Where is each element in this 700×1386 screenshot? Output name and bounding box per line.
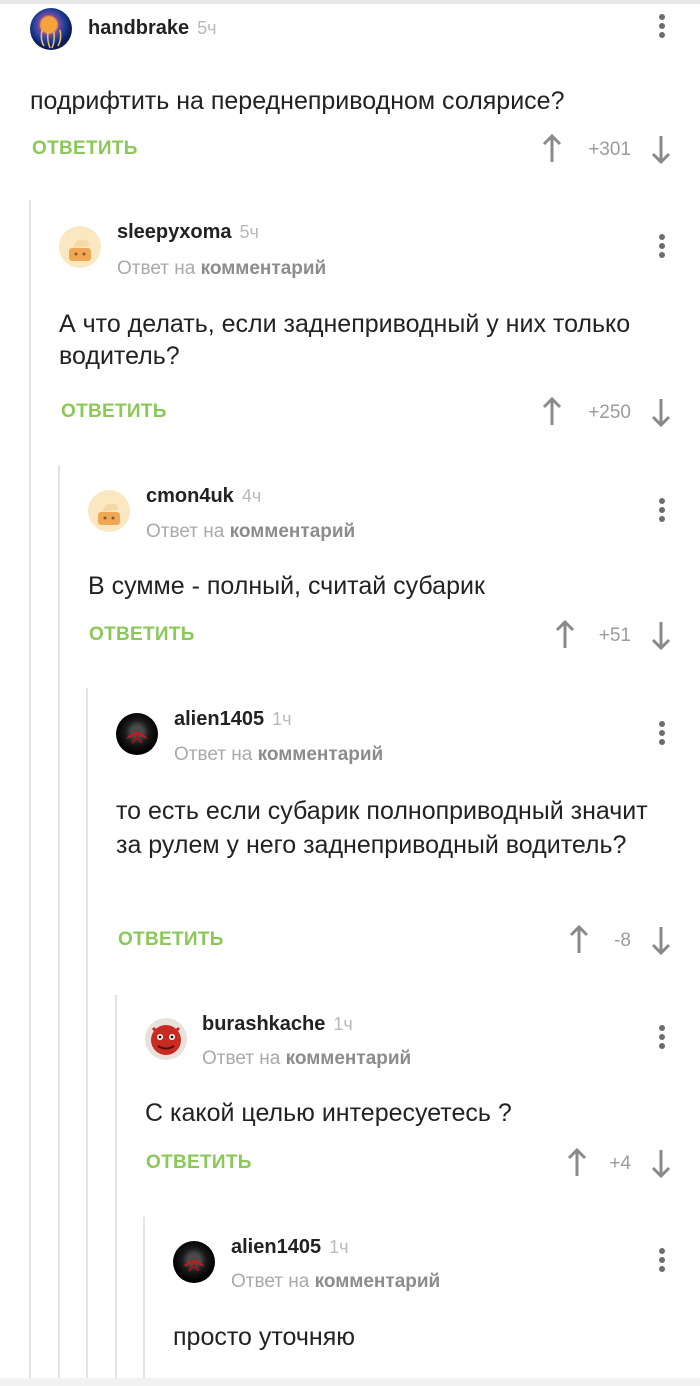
more-menu-icon[interactable] xyxy=(658,1248,666,1278)
reply-to-link[interactable]: комментарий xyxy=(201,258,327,279)
bottom-edge xyxy=(0,1378,700,1386)
timestamp: 1ч xyxy=(333,1014,353,1034)
reply-button[interactable]: ОТВЕТИТЬ xyxy=(61,401,167,423)
vote-score: +51 xyxy=(598,625,631,646)
reply-to-link[interactable]: комментарий xyxy=(315,1271,441,1292)
user-avatar[interactable] xyxy=(30,8,72,50)
reply-to-label: Ответ на комментарий xyxy=(231,1271,440,1293)
username[interactable]: burashkache 1ч xyxy=(202,1013,353,1036)
timestamp: 1ч xyxy=(272,709,292,729)
timestamp: 5ч xyxy=(239,222,259,242)
more-menu-icon[interactable] xyxy=(658,234,666,264)
thread-line xyxy=(58,465,60,1386)
downvote-arrow-icon[interactable] xyxy=(650,397,672,427)
comment-text: С какой целью интересуетесь ? xyxy=(145,1099,512,1127)
reply-to-label: Ответ на комментарий xyxy=(146,521,355,543)
reply-button[interactable]: ОТВЕТИТЬ xyxy=(118,929,224,951)
top-divider xyxy=(0,0,700,4)
thread-line xyxy=(143,1217,145,1386)
downvote-arrow-icon[interactable] xyxy=(650,620,672,650)
timestamp: 5ч xyxy=(197,18,217,38)
downvote-arrow-icon[interactable] xyxy=(650,1148,672,1178)
reply-to-link[interactable]: комментарий xyxy=(286,1048,412,1069)
user-avatar[interactable] xyxy=(88,490,130,532)
jellyfish-icon xyxy=(40,29,62,49)
helmet-icon xyxy=(183,1260,205,1272)
more-menu-icon[interactable] xyxy=(658,1025,666,1055)
username-text[interactable]: cmon4uk xyxy=(146,485,234,507)
more-menu-icon[interactable] xyxy=(658,721,666,751)
reply-button[interactable]: ОТВЕТИТЬ xyxy=(32,138,138,160)
comment-text: А что делать, если заднеприводный у них … xyxy=(59,310,631,370)
reply-to-prefix: Ответ на xyxy=(146,521,225,542)
cake-icon xyxy=(59,226,101,268)
username-text[interactable]: handbrake xyxy=(88,17,189,39)
creature-icon xyxy=(151,1025,181,1055)
username[interactable]: alien1405 1ч xyxy=(174,708,291,731)
cake-icon xyxy=(88,490,130,532)
vote-score: +250 xyxy=(588,402,631,423)
user-avatar[interactable] xyxy=(59,226,101,268)
upvote-arrow-icon[interactable] xyxy=(541,397,563,427)
downvote-arrow-icon[interactable] xyxy=(650,925,672,955)
vote-score: +4 xyxy=(609,1153,631,1174)
username-text[interactable]: alien1405 xyxy=(231,1236,321,1258)
thread-line xyxy=(86,688,88,1386)
vote-score: -8 xyxy=(614,930,631,951)
more-menu-icon[interactable] xyxy=(658,14,666,44)
comment-text: В сумме - полный, считай субарик xyxy=(88,572,485,600)
username-text[interactable]: burashkache xyxy=(202,1013,325,1035)
comment-text: подрифтить на переднеприводном солярисе? xyxy=(30,87,565,115)
username[interactable]: handbrake 5ч xyxy=(88,17,217,40)
username-text[interactable]: sleepyxoma xyxy=(117,221,232,243)
timestamp: 4ч xyxy=(241,486,262,506)
user-avatar[interactable] xyxy=(145,1018,187,1060)
reply-to-link[interactable]: комментарий xyxy=(258,744,384,765)
helmet-icon xyxy=(126,732,148,744)
reply-to-link[interactable]: комментарий xyxy=(230,521,356,542)
reply-to-prefix: Ответ на xyxy=(174,744,253,765)
username[interactable]: alien1405 1ч xyxy=(231,1236,348,1259)
reply-to-prefix: Ответ на xyxy=(231,1271,310,1292)
thread-line xyxy=(29,200,31,1386)
more-menu-icon[interactable] xyxy=(658,498,666,528)
timestamp: 1ч xyxy=(329,1237,349,1257)
user-avatar[interactable] xyxy=(173,1241,215,1283)
downvote-arrow-icon[interactable] xyxy=(650,134,672,164)
reply-to-label: Ответ на комментарий xyxy=(174,744,383,766)
reply-button[interactable]: ОТВЕТИТЬ xyxy=(89,624,195,646)
username-text[interactable]: alien1405 xyxy=(174,708,264,730)
reply-to-label: Ответ на комментарий xyxy=(117,258,326,280)
reply-to-prefix: Ответ на xyxy=(117,258,196,279)
upvote-arrow-icon[interactable] xyxy=(541,134,563,164)
username[interactable]: sleepyxoma 5ч xyxy=(117,221,259,244)
thread-line xyxy=(115,995,117,1386)
comment-text: просто уточняю xyxy=(173,1323,356,1351)
vote-score: +301 xyxy=(588,139,631,160)
user-avatar[interactable] xyxy=(116,713,158,755)
comment-text: то есть если субарик полноприводный знач… xyxy=(116,797,648,859)
username[interactable]: cmon4uk 4ч xyxy=(146,485,261,508)
reply-button[interactable]: ОТВЕТИТЬ xyxy=(146,1152,252,1174)
reply-to-prefix: Ответ на xyxy=(202,1048,281,1069)
reply-to-label: Ответ на комментарий xyxy=(202,1048,411,1070)
